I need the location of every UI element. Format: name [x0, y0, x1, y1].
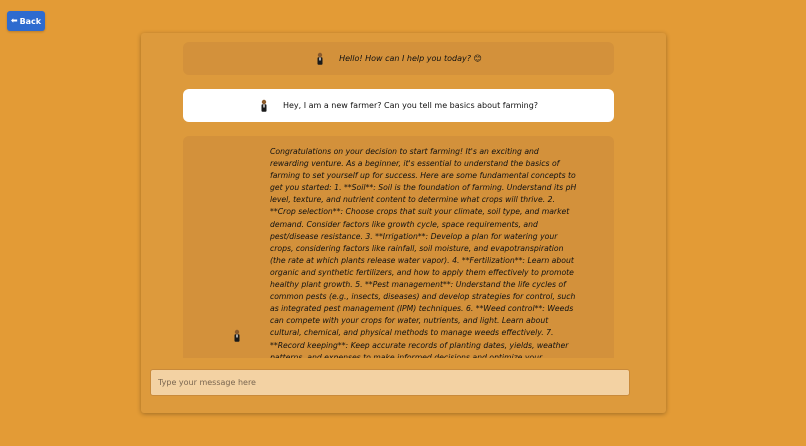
message-input[interactable] — [150, 369, 630, 396]
arrow-left-icon: ⬅ — [10, 16, 18, 25]
back-button-label: Back — [19, 16, 42, 26]
message-text: Congratulations on your decision to star… — [270, 147, 577, 358]
farmer-avatar-icon — [317, 52, 323, 65]
farmer-avatar-icon — [261, 99, 267, 112]
bot-message: Congratulations on your decision to star… — [183, 136, 614, 358]
bot-message: Hello! How can I help you today? 😊 — [183, 42, 614, 75]
message-text: Hello! How can I help you today? 😊 — [339, 54, 482, 63]
chat-panel: Hello! How can I help you today? 😊 Hey, … — [141, 33, 666, 413]
farmer-avatar-icon — [234, 329, 240, 342]
message-text: Hey, I am a new farmer? Can you tell me … — [282, 101, 539, 110]
user-message: Hey, I am a new farmer? Can you tell me … — [183, 89, 614, 122]
back-button[interactable]: ⬅ Back — [7, 11, 45, 31]
message-list[interactable]: Hello! How can I help you today? 😊 Hey, … — [183, 42, 614, 358]
